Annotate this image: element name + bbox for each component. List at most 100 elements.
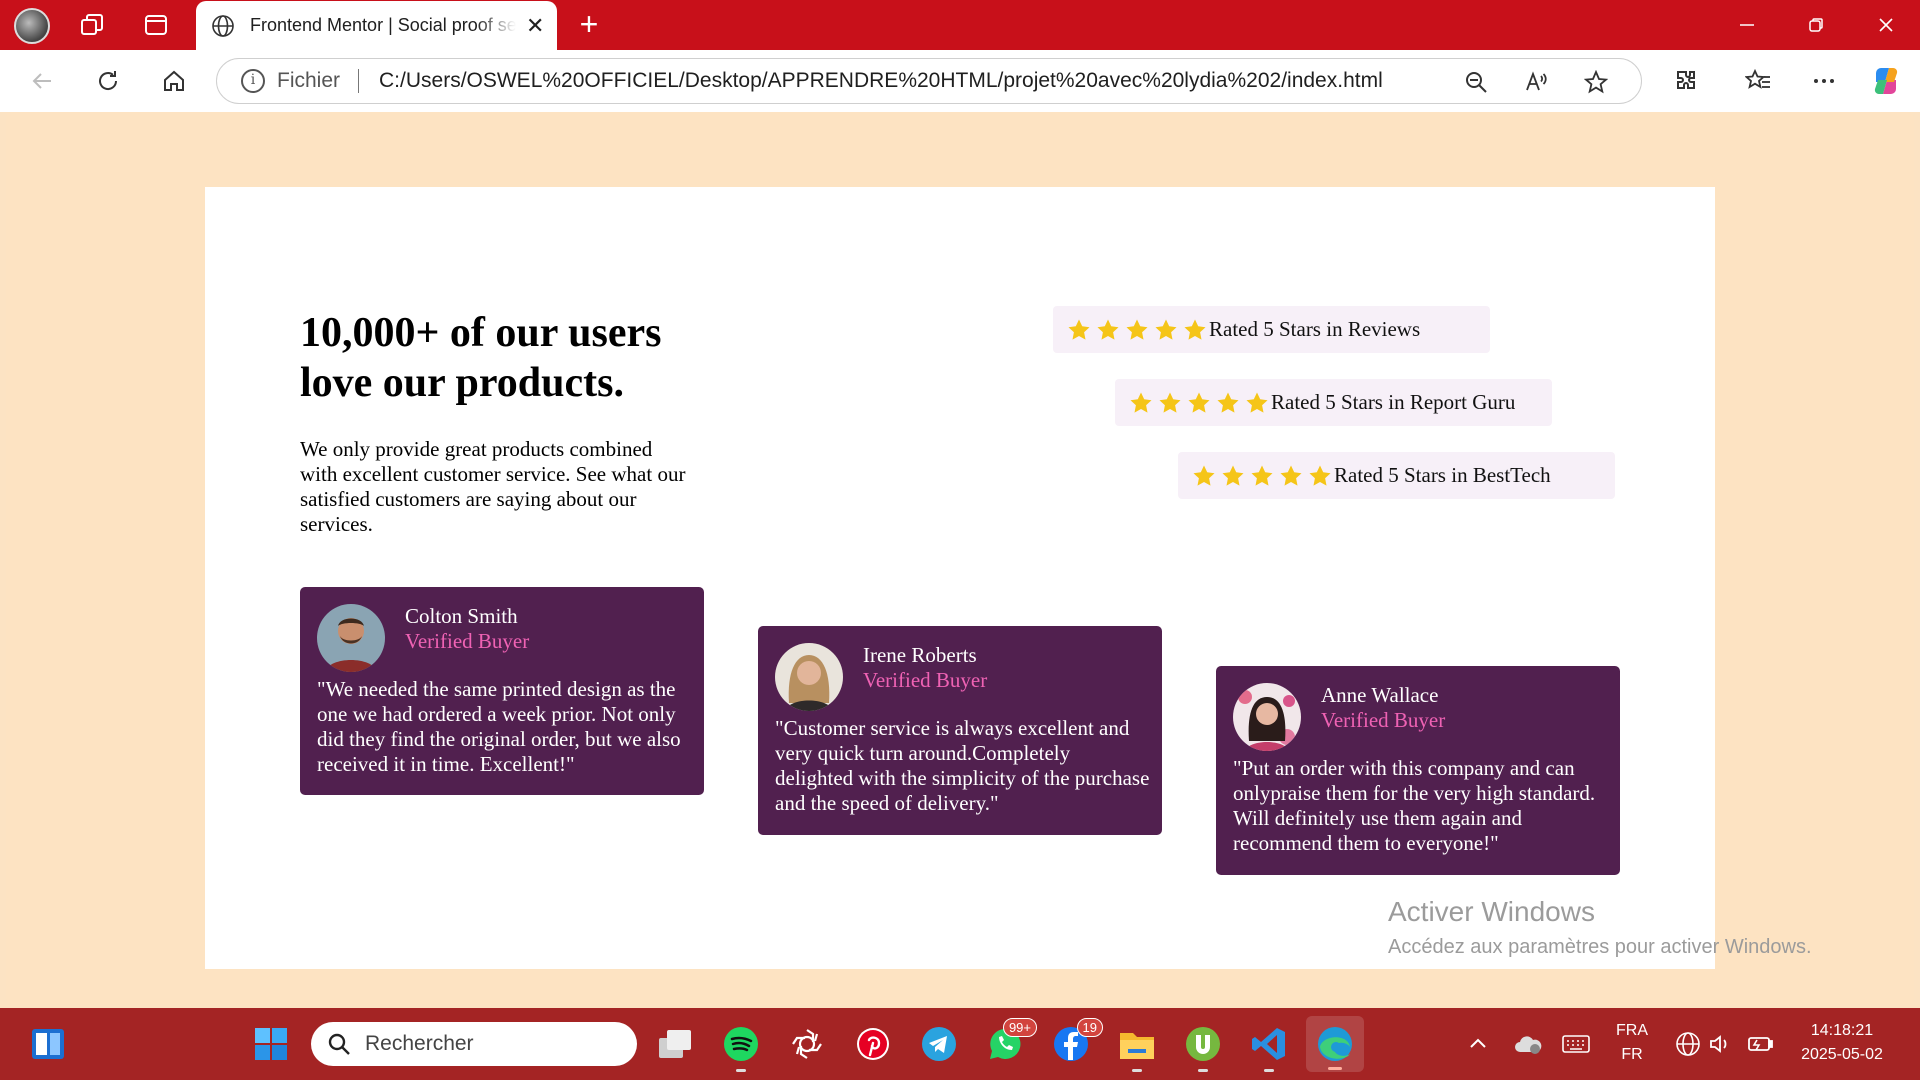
intro-text: We only provide great products combined …: [300, 437, 686, 536]
more-menu-icon[interactable]: [1806, 63, 1842, 99]
edge-icon[interactable]: [1306, 1016, 1364, 1072]
facebook-icon[interactable]: 19: [1051, 1018, 1103, 1064]
favorite-star-icon[interactable]: [1583, 69, 1609, 95]
url-text[interactable]: C:/Users/OSWEL%20OFFICIEL/Desktop/APPREN…: [379, 69, 1383, 93]
search-placeholder: Rechercher: [365, 1032, 474, 1055]
new-tab-button[interactable]: +: [572, 8, 606, 43]
reviewer-role: Verified Buyer: [1321, 708, 1446, 732]
copilot-icon[interactable]: [1868, 63, 1904, 99]
running-indicator: [1198, 1069, 1208, 1072]
clock-date[interactable]: 2025-05-02: [1790, 1046, 1894, 1064]
reviewer-name: Colton Smith: [405, 604, 518, 628]
reviewer-name: Irene Roberts: [863, 643, 977, 667]
page-heading: 10,000+ of our users love our products.: [300, 310, 662, 406]
star-icon: [1222, 465, 1244, 486]
extensions-icon[interactable]: [1668, 63, 1704, 99]
star-icon: [1184, 319, 1206, 340]
star-icon: [1309, 465, 1331, 486]
onedrive-icon[interactable]: [1508, 1024, 1548, 1064]
star-icon: [1188, 392, 1210, 413]
battery-icon[interactable]: [1740, 1024, 1780, 1064]
keyboard-layout-indicator[interactable]: FR: [1612, 1046, 1652, 1064]
pinterest-icon[interactable]: [853, 1024, 893, 1064]
info-icon[interactable]: i: [241, 69, 265, 93]
restore-icon[interactable]: [1796, 10, 1836, 40]
star-icon: [1097, 319, 1119, 340]
workspaces-icon[interactable]: [76, 9, 108, 41]
taskbar: Rechercher 99+ 19 FRA FR 14:18:21 2025-0…: [0, 1008, 1920, 1080]
star-icon: [1068, 319, 1090, 340]
activation-watermark-title: Activer Windows: [1388, 896, 1595, 927]
testimonial-card-colton: Colton Smith Verified Buyer "We needed t…: [300, 587, 704, 795]
notification-badge: 19: [1076, 1018, 1103, 1037]
globe-icon: [210, 13, 236, 39]
star-icon: [1126, 319, 1148, 340]
testimonial-quote: "Customer service is always excellent an…: [775, 716, 1150, 815]
rating-report-guru: Rated 5 Stars in Report Guru: [1115, 379, 1552, 426]
star-icon: [1159, 392, 1181, 413]
tab-close-icon[interactable]: ✕: [526, 13, 544, 39]
utorrent-icon[interactable]: [1183, 1024, 1223, 1072]
task-view-icon[interactable]: [655, 1024, 695, 1064]
testimonial-quote: "Put an order with this company and can …: [1233, 756, 1596, 855]
rating-reviews: Rated 5 Stars in Reviews: [1053, 306, 1490, 353]
spotify-icon[interactable]: [721, 1024, 761, 1072]
start-icon[interactable]: [251, 1024, 291, 1064]
vscode-icon[interactable]: [1249, 1024, 1289, 1072]
star-icon: [1246, 392, 1268, 413]
star-icon: [1217, 392, 1239, 413]
profile-avatar[interactable]: [14, 8, 50, 44]
chatgpt-icon[interactable]: [787, 1024, 827, 1064]
running-indicator: [1132, 1069, 1142, 1072]
reviewer-role: Verified Buyer: [405, 629, 530, 653]
running-indicator: [736, 1069, 746, 1072]
chevron-up-icon[interactable]: [1458, 1024, 1498, 1064]
running-indicator: [1264, 1069, 1274, 1072]
reviewer-role: Verified Buyer: [863, 668, 988, 692]
clock-time[interactable]: 14:18:21: [1790, 1022, 1894, 1040]
home-icon[interactable]: [156, 63, 192, 99]
rating-label: Rated 5 Stars in Report Guru: [1271, 390, 1516, 414]
zoom-out-icon[interactable]: [1463, 69, 1489, 95]
rating-besttech: Rated 5 Stars in BestTech: [1178, 452, 1615, 499]
activation-watermark-subtitle: Accédez aux paramètres pour activer Wind…: [1388, 936, 1812, 958]
language-indicator[interactable]: FRA: [1612, 1022, 1652, 1040]
minimize-icon[interactable]: [1727, 10, 1767, 40]
running-indicator: [1328, 1067, 1342, 1070]
widgets-icon[interactable]: [28, 1024, 68, 1064]
browser-title-bar: Frontend Mentor | Social proof se ✕ +: [0, 0, 1920, 50]
address-scheme-label: Fichier: [277, 69, 341, 92]
reload-icon[interactable]: [90, 63, 126, 99]
star-icon: [1251, 465, 1273, 486]
tab-title: Frontend Mentor | Social proof se: [250, 15, 516, 35]
volume-icon[interactable]: [1700, 1024, 1740, 1064]
star-icon: [1280, 465, 1302, 486]
testimonial-quote: "We needed the same printed design as th…: [317, 677, 681, 776]
address-bar[interactable]: i Fichier C:/Users/OSWEL%20OFFICIEL/Desk…: [216, 58, 1642, 104]
avatar: [775, 643, 843, 711]
star-rating: [1129, 391, 1274, 415]
search-icon: [328, 1033, 350, 1055]
file-explorer-icon[interactable]: [1117, 1024, 1157, 1072]
taskbar-search[interactable]: Rechercher: [311, 1022, 637, 1066]
back-arrow-icon[interactable]: [24, 63, 60, 99]
star-icon: [1155, 319, 1177, 340]
avatar: [317, 604, 385, 672]
rating-label: Rated 5 Stars in Reviews: [1209, 317, 1421, 341]
notification-badge: 99+: [1002, 1018, 1037, 1037]
read-aloud-icon[interactable]: [1523, 69, 1549, 95]
favorites-icon[interactable]: [1740, 63, 1776, 99]
address-divider: [358, 69, 360, 93]
star-rating: [1192, 464, 1337, 488]
active-tab[interactable]: Frontend Mentor | Social proof se ✕: [196, 1, 557, 50]
keyboard-icon[interactable]: [1556, 1024, 1596, 1064]
close-window-icon[interactable]: [1866, 10, 1906, 40]
vertical-tabs-icon[interactable]: [140, 9, 172, 41]
avatar: [1233, 683, 1301, 751]
browser-toolbar: i Fichier C:/Users/OSWEL%20OFFICIEL/Desk…: [0, 50, 1920, 112]
telegram-icon[interactable]: [919, 1024, 959, 1064]
rating-label: Rated 5 Stars in BestTech: [1334, 463, 1551, 487]
reviewer-name: Anne Wallace: [1321, 683, 1439, 707]
star-icon: [1193, 465, 1215, 486]
whatsapp-icon[interactable]: 99+: [985, 1018, 1037, 1064]
